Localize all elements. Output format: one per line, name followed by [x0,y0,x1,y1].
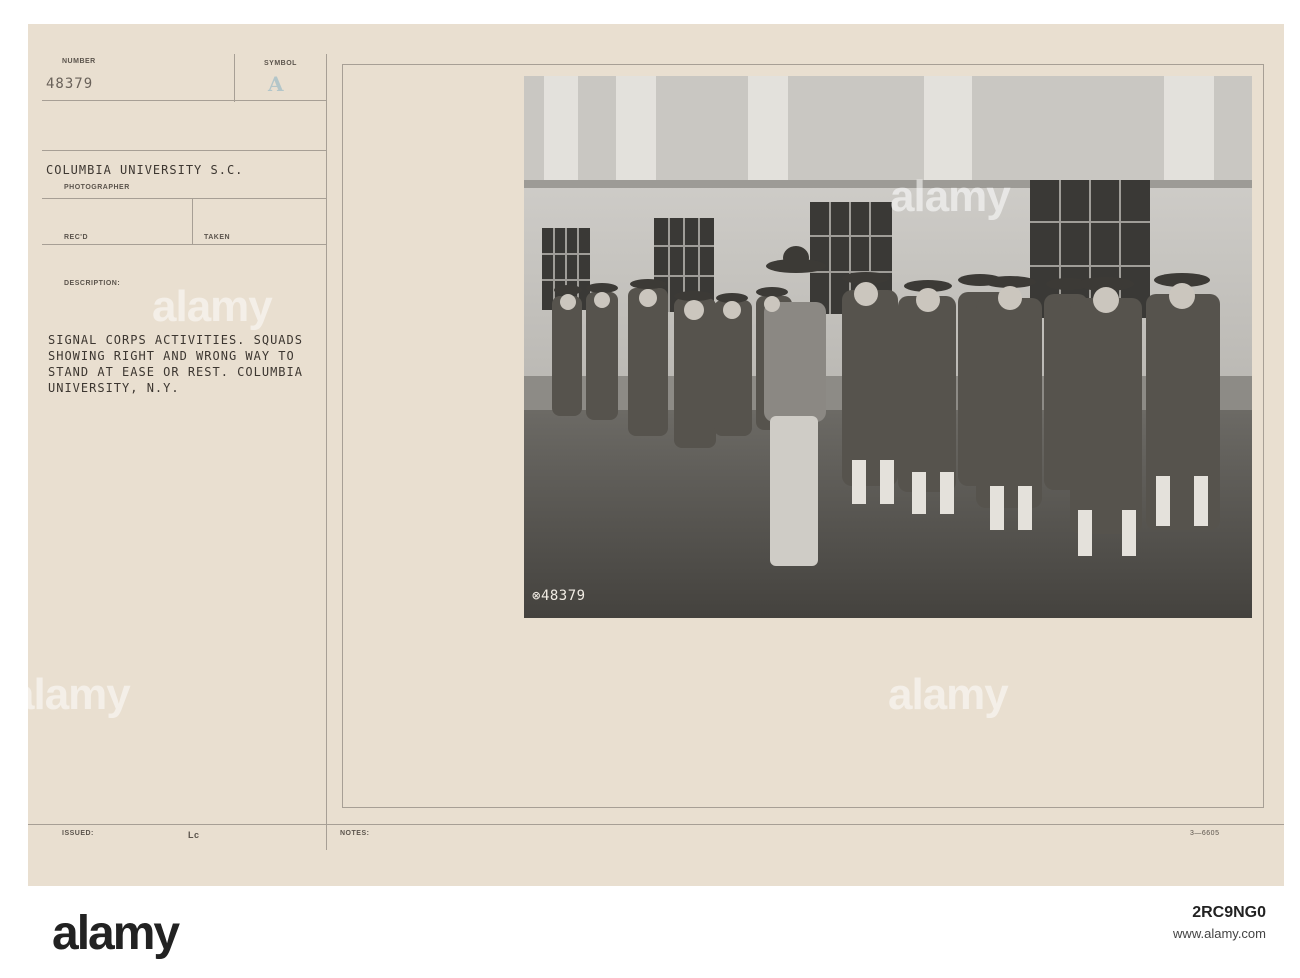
watermark-left-bottom: alamy [10,670,131,719]
source-line: COLUMBIA UNIVERSITY S.C. [46,163,244,177]
description-line-2: SHOWING RIGHT AND WRONG WAY TO [48,349,295,363]
symbol-value: A [268,72,284,96]
negative-number: ⊗48379 [532,588,586,604]
number-label: NUMBER [62,58,96,65]
issued-label: ISSUED: [62,830,94,837]
stock-footer-bar: alamy 2RC9NG0 www.alamy.com [0,886,1300,978]
footer-info: 2RC9NG0 www.alamy.com [1173,904,1266,941]
number-value: 48379 [46,76,94,92]
negative-number-digits: 48379 [540,588,586,604]
description-line-4: UNIVERSITY, N.Y. [48,381,180,395]
alamy-logo: alamy [52,907,180,960]
description-label: DESCRIPTION: [64,280,121,287]
negative-number-prefix-glyph: ⊗ [532,588,541,604]
notes-label: NOTES: [340,830,370,837]
issued-divider [28,824,1284,825]
recd-divider [192,198,193,244]
source-underline [42,150,326,151]
description-line-3: STAND AT EASE OR REST. COLUMBIA [48,365,303,379]
photograph-scene [524,76,1252,618]
recd-underline [42,244,326,245]
site-url[interactable]: www.alamy.com [1173,926,1266,941]
archival-record-card: NUMBER 48379 SYMBOL A COLUMBIA UNIVERSIT… [10,24,1284,886]
photographer-label: PHOTOGRAPHER [64,184,130,191]
header-divider-vertical [234,54,235,102]
photographer-underline [42,198,326,199]
description-line-1: SIGNAL CORPS ACTIVITIES. SQUADS [48,333,303,347]
watermark-right-bottom: alamy [888,670,1009,719]
form-number: 3—6605 [1190,830,1220,837]
number-underline [42,100,326,101]
watermark-left-top: alamy [152,282,273,331]
watermark-photo: alamy [890,172,1011,221]
issued-mark: Lc [188,830,200,840]
left-column-divider [326,54,327,850]
symbol-label: SYMBOL [264,60,297,67]
image-id: 2RC9NG0 [1192,904,1266,921]
photograph: alamy ⊗48379 [524,76,1252,618]
taken-label: TAKEN [204,234,231,241]
recd-label: REC'D [64,234,88,241]
